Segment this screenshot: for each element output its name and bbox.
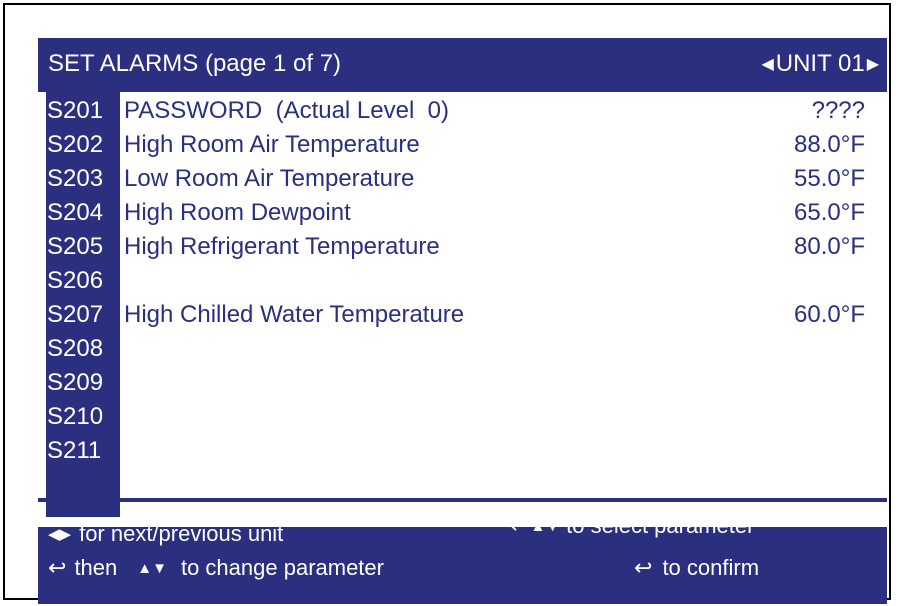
- next-unit-icon[interactable]: ▶: [865, 54, 881, 74]
- param-label: High Room Dewpoint: [124, 199, 351, 226]
- param-row[interactable]: S202 High Room Air Temperature 88.0°F: [46, 128, 875, 162]
- param-code: S202: [47, 131, 104, 158]
- screen-frame: SET ALARMS (page 1 of 7) ◀ UNIT 01 ▶ S20…: [3, 3, 891, 604]
- param-row[interactable]: S203 Low Room Air Temperature 55.0°F: [46, 162, 875, 196]
- unit-label: UNIT 01: [775, 50, 865, 77]
- param-label: PASSWORD (Actual Level 0): [124, 97, 449, 124]
- param-code: S210: [47, 403, 104, 430]
- hint-next-prev: ◀▶ for next/previous unit: [48, 521, 283, 547]
- param-label: High Room Air Temperature: [124, 131, 420, 158]
- page-title: SET ALARMS (page 1 of 7): [48, 50, 342, 77]
- param-row[interactable]: S211: [46, 434, 875, 468]
- param-value[interactable]: 60.0°F: [794, 298, 865, 332]
- param-code: S204: [47, 199, 104, 226]
- unit-selector[interactable]: ◀ UNIT 01 ▶: [759, 50, 881, 78]
- param-code: S207: [47, 301, 104, 328]
- hint-select: ↩ ▲▼ to select parameter: [510, 513, 754, 539]
- enter-icon: ↩: [48, 555, 67, 580]
- param-code: S208: [47, 335, 104, 362]
- param-code: S203: [47, 165, 104, 192]
- footer-divider: [38, 498, 887, 502]
- param-row[interactable]: S209: [46, 366, 875, 400]
- hint-confirm-text: to confirm: [662, 555, 760, 580]
- param-value[interactable]: ????: [812, 94, 865, 128]
- hint-select-text: to select parameter: [566, 513, 755, 538]
- up-down-arrows-icon: ▲▼: [530, 517, 561, 535]
- prev-unit-icon[interactable]: ◀: [759, 54, 775, 74]
- up-down-arrows-icon: ▲▼: [137, 559, 167, 577]
- param-row[interactable]: S205 High Refrigerant Temperature 80.0°F: [46, 230, 875, 264]
- param-row[interactable]: S207 High Chilled Water Temperature 60.0…: [46, 298, 875, 332]
- param-code: S205: [47, 233, 104, 260]
- param-label: Low Room Air Temperature: [124, 165, 415, 192]
- param-code: S209: [47, 369, 104, 396]
- param-row[interactable]: S204 High Room Dewpoint 65.0°F: [46, 196, 875, 230]
- parameter-list: S201 PASSWORD (Actual Level 0) ???? S202…: [38, 92, 887, 527]
- title-bar: SET ALARMS (page 1 of 7) ◀ UNIT 01 ▶: [38, 38, 887, 92]
- enter-icon: ↩: [510, 513, 529, 538]
- param-label: High Chilled Water Temperature: [124, 301, 465, 328]
- param-code: S201: [47, 97, 104, 124]
- alarm-panel: SET ALARMS (page 1 of 7) ◀ UNIT 01 ▶ S20…: [38, 38, 887, 604]
- param-row[interactable]: S210: [46, 400, 875, 434]
- param-value[interactable]: 55.0°F: [794, 162, 865, 196]
- param-label: High Refrigerant Temperature: [124, 233, 440, 260]
- param-code: S206: [47, 267, 104, 294]
- param-value[interactable]: 80.0°F: [794, 230, 865, 264]
- param-value[interactable]: 65.0°F: [794, 196, 865, 230]
- param-code: S211: [47, 437, 102, 464]
- param-row[interactable]: S206: [46, 264, 875, 298]
- hint-change-text: to change parameter: [180, 555, 384, 580]
- param-value[interactable]: 88.0°F: [794, 128, 865, 162]
- param-row[interactable]: S201 PASSWORD (Actual Level 0) ????: [46, 94, 875, 128]
- param-row[interactable]: S208: [46, 332, 875, 366]
- hint-change: ↩ then ▲▼ to change parameter: [48, 555, 384, 581]
- hint-confirm: ↩ to confirm: [634, 555, 759, 581]
- hint-next-prev-text: for next/previous unit: [79, 521, 284, 546]
- hint-then-text: then: [74, 555, 118, 580]
- left-right-arrows-icon: ◀▶: [48, 526, 72, 543]
- help-footer: ◀▶ for next/previous unit ↩ ▲▼ to select…: [38, 507, 887, 604]
- enter-icon: ↩: [634, 555, 653, 580]
